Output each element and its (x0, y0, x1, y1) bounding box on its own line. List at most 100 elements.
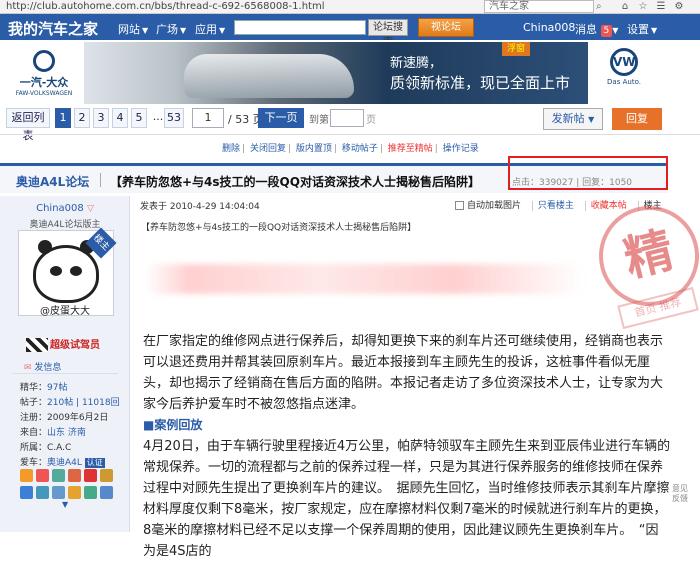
reply-button[interactable]: 回复 (612, 108, 662, 130)
feed-icon[interactable]: ☰ (654, 0, 668, 13)
chevron-down-icon: ▼ (180, 26, 187, 35)
moderation-links: 删除 | 关闭回复 | 版内置顶 | 移动帖子 | 推荐至精帖 | 操作记录 (222, 144, 479, 154)
bookmark-icon[interactable]: ☆ (636, 0, 650, 13)
home-icon[interactable]: ⌂ (618, 0, 632, 13)
chevron-down-icon: ▼ (612, 26, 619, 35)
author-role: 奥迪A4L论坛版主 (29, 220, 101, 230)
site-logo[interactable]: 我的汽车之家 (8, 18, 98, 39)
ad-banner: 一汽-大众 FAW-VOLKSWAGEN 浮窗 新速腾， 质领新标准，现已全面上… (0, 40, 700, 106)
faw-vw-logo[interactable]: 一汽-大众 FAW-VOLKSWAGEN (14, 50, 74, 97)
url-field[interactable]: http://club.autohome.com.cn/bbs/thread-c… (6, 0, 324, 13)
close-reply-link[interactable]: 关闭回复 (250, 144, 286, 154)
video-forum-button[interactable]: 视论坛 (418, 18, 474, 37)
checkbox-icon (455, 201, 464, 210)
vw-logo[interactable]: VW Das Auto. (606, 48, 642, 86)
message-count-badge: 5 (600, 25, 613, 37)
car-image (184, 54, 354, 98)
certified-tag: 认证 (84, 458, 105, 468)
page-5[interactable]: 5 (131, 108, 147, 128)
nav-item-apps[interactable]: 应用 ▼ (195, 21, 225, 37)
medal-icon (20, 469, 33, 482)
page-1[interactable]: 1 (55, 108, 71, 128)
messages-link[interactable]: 消息 5 ▼ (575, 21, 618, 37)
level-badge: 超级试驾员 (26, 336, 110, 354)
ad-headline: 新速腾， (390, 56, 443, 71)
info-essence: 精华：97帖 (20, 383, 68, 393)
medal-icon (52, 469, 65, 482)
move-post-link[interactable]: 移动帖子 (342, 144, 378, 154)
forum-name-link[interactable]: 奥迪A4L论坛 (16, 173, 89, 190)
info-car: 爱车：奥迪A4L 认证 (20, 458, 105, 468)
medal-icon (84, 486, 97, 499)
medal-icon (36, 469, 49, 482)
ad-badge: 浮窗 (502, 42, 530, 56)
divider (0, 134, 700, 135)
info-club: 所属：C.A.C (20, 443, 72, 453)
nav-item-site[interactable]: 网站 ▼ (118, 21, 148, 37)
search-icon[interactable]: ⌕ (596, 1, 608, 12)
chevron-down-icon: ▼ (588, 115, 595, 124)
post-subtitle: 【养车防忽悠+与4s技工的一段QQ对话资深技术人士揭秘售后陷阱】 (141, 223, 417, 233)
post-time: 发表于 2010-4-29 14:04:04 (140, 202, 260, 212)
auto-load-images-toggle[interactable]: 自动加载图片 (455, 201, 521, 211)
info-location: 来自：山东 济南 (20, 428, 86, 438)
username-link[interactable]: China008 (523, 21, 575, 34)
operation-log-link[interactable]: 操作记录 (443, 144, 479, 154)
browser-address-bar: http://club.autohome.com.cn/bbs/thread-c… (0, 0, 700, 14)
nav-item-square[interactable]: 广场 ▼ (156, 21, 186, 37)
medal-icons (20, 469, 116, 485)
checkered-flag-icon (26, 338, 48, 352)
ad-image[interactable]: 浮窗 新速腾， 质领新标准，现已全面上市 (84, 42, 588, 104)
forum-search-input[interactable] (234, 20, 366, 35)
blurred-image (145, 264, 585, 294)
medal-icon (84, 469, 97, 482)
medal-icon (100, 469, 113, 482)
medal-icon (68, 486, 81, 499)
medal-icon (68, 469, 81, 482)
divider (12, 373, 118, 374)
panda-avatar-image (33, 240, 99, 303)
settings-link[interactable]: 设置 ▼ (627, 21, 657, 37)
chevron-down-icon: ▼ (219, 26, 226, 35)
page-3[interactable]: 3 (93, 108, 109, 128)
medal-icon (20, 486, 33, 499)
forum-search-button[interactable]: 论坛搜索 (368, 19, 408, 48)
mail-icon: ✉ (24, 363, 32, 373)
pin-link[interactable]: 版内置顶 (296, 144, 332, 154)
info-registered: 注册：2009年6月2日 (20, 413, 109, 423)
feedback-link[interactable]: 意见 反馈 (672, 484, 688, 504)
only-author-link[interactable]: 只看楼主 (531, 201, 574, 211)
tools-icon[interactable]: ⚙ (672, 0, 686, 13)
info-posts: 帖子：210帖 | 11018回 (20, 398, 120, 408)
highlight-annotation-box (508, 156, 668, 190)
chevron-down-icon: ▼ (651, 26, 658, 35)
new-post-button[interactable]: 发新帖 ▼ (543, 108, 603, 130)
post-content: 在厂家指定的维修网点进行保养后，却得知更换下来的刹车片还可继续使用，经销商也表示… (143, 331, 671, 562)
page-input[interactable]: 1 (192, 108, 224, 128)
paragraph: 4月20日，由于车辆行驶里程接近4万公里，帕萨特领驭车主顾先生来到亚辰伟业进行车… (143, 439, 671, 559)
author-name[interactable]: China008 ▽ (0, 203, 130, 214)
ad-tagline: 质领新标准，现已全面上市 (390, 74, 571, 92)
favorite-link[interactable]: 收藏本帖 (584, 201, 627, 211)
goto-page-button[interactable]: 页 (366, 111, 376, 126)
paragraph: 在厂家指定的维修网点进行保养后，却得知更换下来的刹车片还可继续使用，经销商也表示… (143, 334, 664, 412)
chevron-down-icon: ▼ (142, 26, 149, 35)
expand-chevron-icon[interactable]: ▼ (62, 500, 68, 509)
page-4[interactable]: 4 (112, 108, 128, 128)
verified-icon: ▽ (86, 204, 94, 214)
medal-icon (52, 486, 65, 499)
next-page-button[interactable]: 下一页 (258, 108, 304, 128)
delete-link[interactable]: 删除 (222, 144, 240, 154)
post-body: 发表于 2010-4-29 14:04:04 自动加载图片 只看楼主 收藏本帖 … (131, 195, 700, 559)
page-53[interactable]: 53 (164, 108, 184, 128)
browser-search-input[interactable]: 汽车之家 (484, 0, 594, 13)
section-heading: ■案例回放 (143, 418, 203, 432)
recommend-featured-link[interactable]: 推荐至精帖 (388, 144, 433, 154)
back-to-list-button[interactable]: 返回列表 (6, 108, 50, 142)
goto-page-input[interactable] (330, 109, 364, 127)
author-panel: China008 ▽ 奥迪A4L论坛版主 楼主 @皮蛋大大 超级试驾员 ✉ 发信… (0, 196, 130, 532)
page-2[interactable]: 2 (74, 108, 90, 128)
send-message-link[interactable]: ✉ 发信息 (24, 360, 61, 373)
pagination-bar: 返回列表 1 2 3 4 5 ... 53 1 / 53 页 下一页 到第 页 … (0, 108, 700, 142)
divider (100, 173, 101, 187)
